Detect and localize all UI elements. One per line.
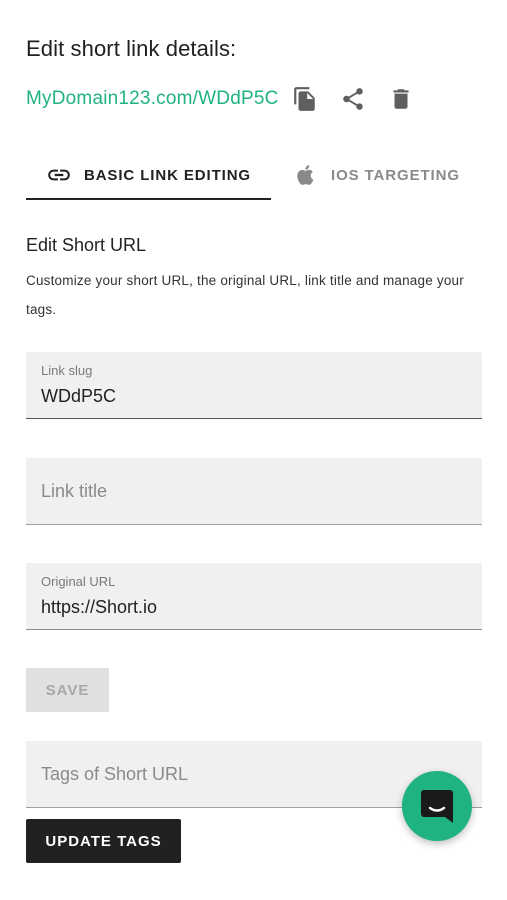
section-description: Customize your short URL, the original U… (26, 273, 464, 317)
link-title-field[interactable]: Link title (26, 458, 482, 525)
link-slug-label: Link slug (41, 363, 93, 378)
tab-ios-targeting[interactable]: IOS TARGETING (293, 150, 460, 200)
short-link-row: MyDomain123.com/WDdP5C (26, 84, 415, 114)
link-title-placeholder: Link title (41, 481, 108, 501)
apple-icon (293, 162, 319, 188)
tab-bar: BASIC LINK EDITING IOS TARGETING (26, 150, 482, 202)
trash-icon[interactable] (387, 85, 415, 113)
tags-placeholder: Tags of Short URL (41, 764, 189, 784)
chat-icon (421, 790, 453, 823)
original-url-label: Original URL (41, 574, 116, 589)
section-title: Edit Short URL (26, 235, 147, 255)
link-icon (46, 162, 72, 188)
link-slug-field[interactable]: Link slug WDdP5C (26, 352, 482, 419)
copy-icon[interactable] (291, 85, 319, 113)
tab-label: BASIC LINK EDITING (83, 166, 252, 184)
update-tags-button[interactable]: UPDATE TAGS (26, 819, 181, 863)
share-icon[interactable] (339, 85, 367, 113)
short-link[interactable]: MyDomain123.com/WDdP5C (26, 88, 279, 110)
link-slug-value: WDdP5C (41, 386, 117, 406)
tab-label: IOS TARGETING (331, 166, 460, 184)
save-button[interactable]: SAVE (26, 668, 109, 712)
original-url-value: https://Short.io (41, 597, 158, 617)
tab-basic-link-editing[interactable]: BASIC LINK EDITING (26, 150, 271, 200)
chat-button[interactable] (402, 771, 472, 841)
page-title: Edit short link details: (26, 36, 237, 61)
original-url-field[interactable]: Original URL https://Short.io (26, 563, 482, 630)
